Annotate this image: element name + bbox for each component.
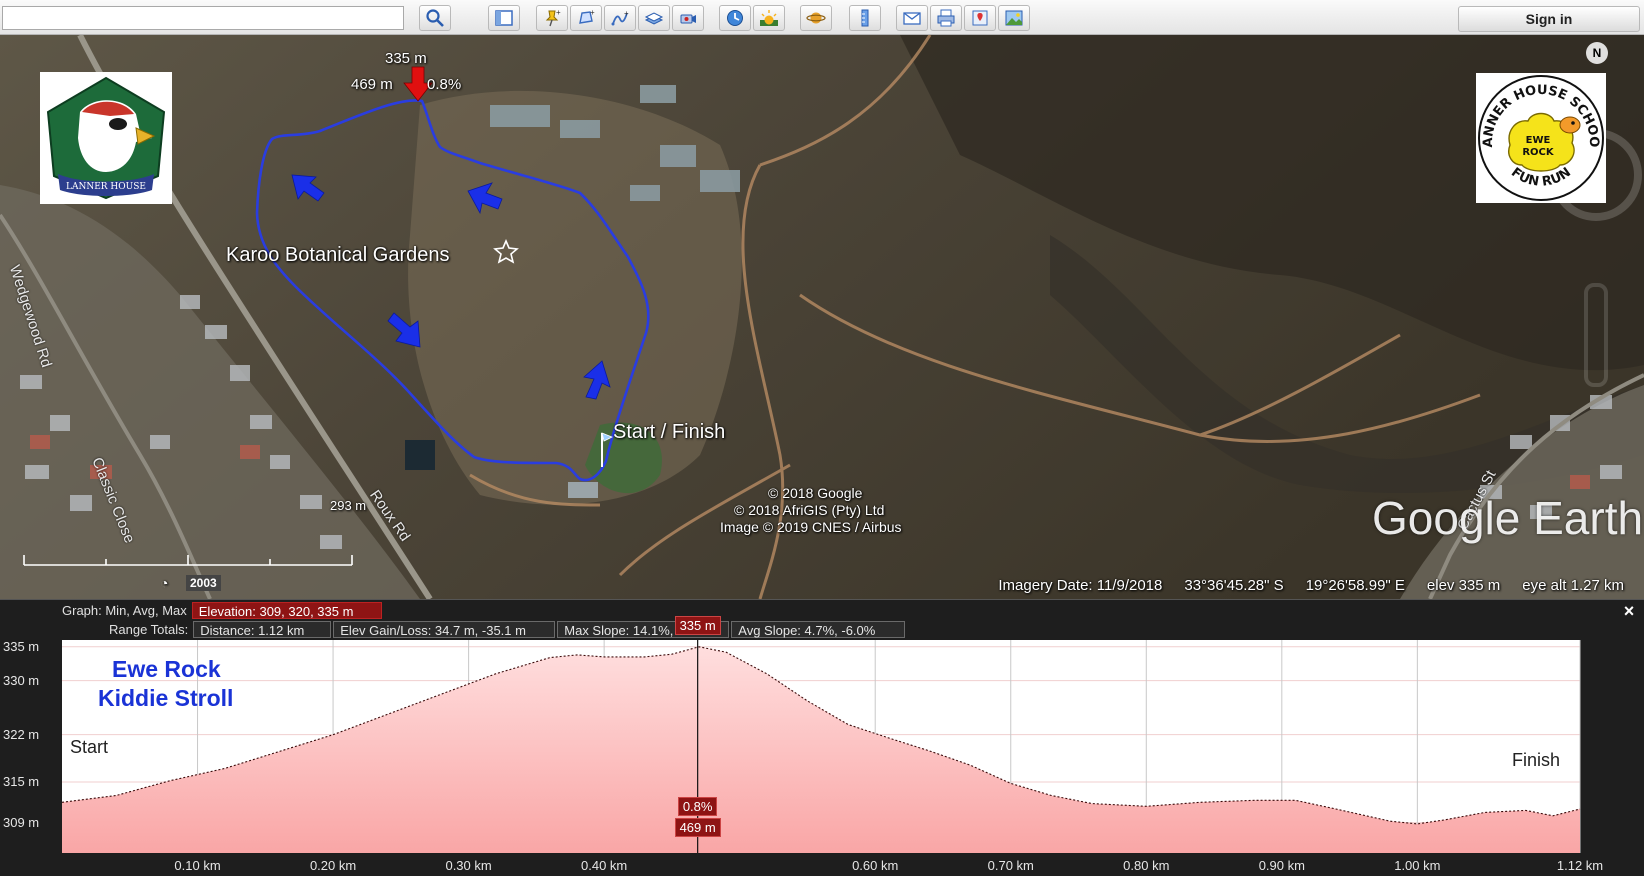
save-image-button[interactable] (998, 5, 1030, 31)
lanner-house-crest-icon: LANNER HOUSE (46, 76, 166, 200)
google-maps-button[interactable] (964, 5, 996, 31)
cursor-distance-tag: 469 m (674, 818, 721, 837)
marker-elevation-label: 335 m (385, 50, 427, 67)
sign-in-button[interactable]: Sign in (1458, 6, 1640, 32)
print-button[interactable] (930, 5, 962, 31)
ewe-rock-fun-run-logo: LANNER HOUSE SCHOOL FUN RUN EWE ROCK (1472, 62, 1606, 203)
image-icon (1005, 10, 1023, 26)
close-elevation-panel-button[interactable]: × (1620, 602, 1638, 620)
scale-bar-label: 293 m (330, 498, 367, 513)
planet-icon (806, 12, 826, 24)
logo-left-text: LANNER HOUSE (66, 182, 146, 192)
chart-title-line2: Kiddie Stroll (98, 685, 234, 711)
record-tour-button[interactable] (672, 5, 704, 31)
graph-summary-row: Graph: Min, Avg, Max Elevation: 309, 320… (62, 601, 384, 620)
x-tick-label: 1.00 km (1394, 858, 1441, 873)
start-label: Start (70, 737, 109, 757)
x-tick-label: 0.40 km (581, 858, 628, 873)
magnifier-icon (426, 9, 444, 27)
overlay-icon (644, 12, 664, 25)
lanner-house-logo: LANNER HOUSE (40, 72, 172, 204)
elevation-chart[interactable] (0, 636, 1644, 876)
imagery-date: Imagery Date: 11/9/2018 (998, 577, 1163, 594)
clock-icon (727, 10, 743, 26)
add-polygon-button[interactable]: + (570, 5, 602, 31)
y-tick-label: 330 m (3, 672, 40, 688)
logo-right-ewe: EWE (1526, 135, 1551, 146)
x-tick-label: 0.30 km (445, 858, 492, 873)
x-tick-label: 0.90 km (1258, 858, 1305, 873)
x-tick-label: 0.10 km (174, 858, 221, 873)
add-path-button[interactable]: + (604, 5, 636, 31)
google-earth-watermark: Google Earth (1372, 492, 1644, 544)
svg-text:+: + (590, 8, 595, 17)
polygon-icon: + (579, 8, 595, 24)
logo-right-rock: ROCK (1522, 147, 1555, 158)
graph-mode-label[interactable]: Graph: Min, Avg, Max (62, 603, 187, 618)
envelope-icon (903, 12, 921, 25)
planets-button[interactable] (800, 5, 832, 31)
path-icon: + (611, 9, 629, 26)
google-earth-window: + + + Sign in N 335 m 469 m 0.8% Karoo B… (0, 0, 1644, 876)
x-tick-label: 0.70 km (987, 858, 1034, 873)
elevation-readout: elev 335 m (1426, 577, 1501, 594)
latitude-readout: 33°36'45.28" S (1184, 577, 1284, 594)
toolbar: + + + Sign in (0, 0, 1644, 35)
longitude-readout: 19°26'58.99" E (1305, 577, 1405, 594)
sunlight-button[interactable] (753, 5, 785, 31)
y-tick-label: 315 m (3, 774, 40, 789)
elevation-summary[interactable]: Elevation: 309, 320, 335 m (191, 602, 382, 619)
sidebar-toggle-button[interactable] (488, 5, 520, 31)
svg-text:+: + (556, 8, 561, 17)
place-label-karoo-botanical-gardens[interactable]: Karoo Botanical Gardens (226, 244, 449, 267)
image-overlay-button[interactable] (638, 5, 670, 31)
cursor-slope-tag: 0.8% (677, 797, 718, 816)
search-button[interactable] (419, 5, 451, 31)
y-tick-label: 335 m (3, 638, 40, 654)
eye-altitude-readout: eye alt 1.27 km (1522, 577, 1624, 594)
elevation-profile-panel: Graph: Min, Avg, Max Elevation: 309, 320… (0, 599, 1644, 876)
map-view[interactable]: N 335 m 469 m 0.8% Karoo Botanical Garde… (0, 35, 1644, 599)
range-totals-label: Range Totals: (109, 622, 189, 637)
start-finish-label[interactable]: Start / Finish (613, 421, 725, 444)
marker-slope-label: 0.8% (427, 76, 462, 93)
x-tick-label: 0.60 km (852, 858, 899, 873)
maps-icon (972, 10, 988, 26)
chart-title-line1: Ewe Rock (112, 656, 221, 682)
marker-distance-label: 469 m (351, 76, 393, 93)
map-status-bar: Imagery Date: 11/9/2018 33°36'45.28" S 1… (0, 572, 1644, 599)
add-placemark-button[interactable]: + (536, 5, 568, 31)
search-input[interactable] (2, 6, 404, 30)
pushpin-icon: + (545, 8, 561, 27)
cursor-elevation-tag: 335 m (674, 616, 721, 635)
ruler-button[interactable] (849, 5, 881, 31)
x-tick-label: 0.80 km (1123, 858, 1170, 873)
x-tick-label: 1.12 km (1556, 858, 1604, 873)
copyright-line: © 2018 Google (768, 485, 863, 501)
finish-label: Finish (1512, 750, 1561, 770)
historical-imagery-button[interactable] (719, 5, 751, 31)
sun-icon (760, 10, 778, 26)
sidebar-icon (495, 10, 513, 26)
copyright-line: © 2018 AfriGIS (Pty) Ltd (734, 502, 885, 518)
camera-icon (680, 14, 696, 24)
x-tick-label: 0.20 km (309, 858, 357, 873)
printer-icon (937, 9, 955, 27)
svg-text:+: + (624, 9, 629, 18)
y-tick-label: 322 m (3, 726, 40, 742)
compass-north-button[interactable]: N (1586, 42, 1608, 64)
ruler-icon (861, 9, 869, 27)
ewe-rock-sheep-icon: LANNER HOUSE SCHOOL FUN RUN EWE ROCK (1472, 62, 1604, 201)
y-tick-label: 309 m (3, 814, 40, 830)
email-button[interactable] (896, 5, 928, 31)
copyright-line: Image © 2019 CNES / Airbus (720, 519, 902, 535)
